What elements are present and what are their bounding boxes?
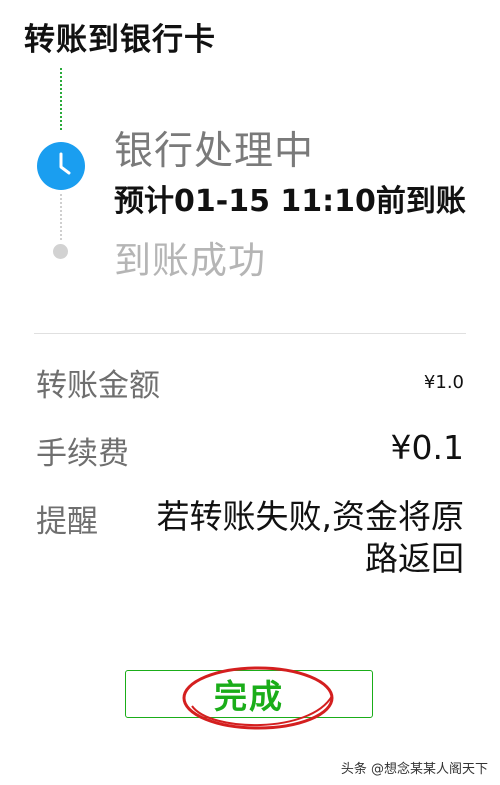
- timeline-connector-top: [60, 68, 62, 130]
- timeline-connector-mid: [60, 194, 62, 240]
- reminder-text: 若转账失败,资金将原路返回: [156, 497, 465, 578]
- watermark-text: 头条 @想念某某人阁天下: [340, 762, 488, 777]
- step-success-label: 到账成功: [114, 239, 266, 282]
- done-button[interactable]: 完成: [125, 670, 373, 718]
- page-title: 转账到银行卡: [24, 22, 216, 58]
- step-processing-label: 银行处理中: [114, 129, 315, 174]
- clock-icon: [37, 142, 85, 190]
- step-eta-text: 预计01-15 11:10前到账: [114, 184, 466, 219]
- amount-label: 转账金额: [36, 368, 160, 404]
- amount-value: ¥1.0: [423, 372, 464, 393]
- dot-icon: [53, 244, 68, 259]
- reminder-label: 提醒: [36, 504, 98, 540]
- fee-value: ¥0.1: [390, 428, 464, 467]
- divider: [34, 333, 466, 334]
- fee-label: 手续费: [36, 436, 129, 472]
